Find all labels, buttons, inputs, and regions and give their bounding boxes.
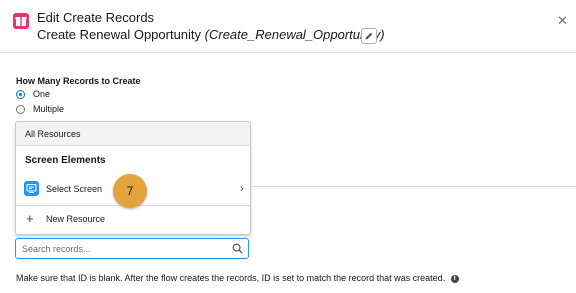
pencil-icon [365, 32, 373, 40]
menu-item-label: Select Screen [46, 184, 103, 194]
radio-label-multiple: Multiple [33, 104, 65, 114]
step-number-badge: 7 [113, 174, 147, 208]
records-count-label: How Many Records to Create [16, 76, 141, 86]
new-resource-label: New Resource [46, 214, 106, 224]
new-resource-item[interactable]: + New Resource [16, 207, 250, 233]
search-field[interactable] [15, 238, 249, 259]
search-input[interactable] [22, 242, 217, 255]
element-api-name: (Create_Renewal_Opportunity) [204, 27, 385, 42]
create-records-icon [13, 13, 29, 29]
element-name: Create Renewal Opportunity (Create_Renew… [37, 27, 385, 42]
info-icon[interactable]: i [450, 274, 459, 283]
radio-button-multiple[interactable] [16, 105, 25, 114]
screen-elements-group-label: Screen Elements [25, 155, 106, 166]
help-text-row: Make sure that ID is blank. After the fl… [16, 273, 459, 283]
close-icon[interactable]: ✕ [557, 13, 568, 29]
search-icon [232, 243, 243, 254]
section-divider [250, 186, 576, 187]
all-resources-header[interactable]: All Resources [16, 122, 250, 146]
chevron-right-icon: › [240, 183, 244, 195]
screen-icon [24, 181, 39, 196]
plus-icon: + [26, 211, 34, 226]
edit-name-button[interactable] [361, 28, 377, 44]
all-resources-label: All Resources [25, 129, 81, 139]
modal-header: Edit Create Records Create Renewal Oppor… [0, 0, 576, 53]
radio-label-one: One [33, 89, 51, 99]
radio-button-one[interactable] [16, 90, 25, 99]
modal-title: Edit Create Records [37, 10, 155, 25]
element-label: Create Renewal Opportunity [37, 27, 202, 42]
help-text: Make sure that ID is blank. After the fl… [16, 273, 446, 283]
